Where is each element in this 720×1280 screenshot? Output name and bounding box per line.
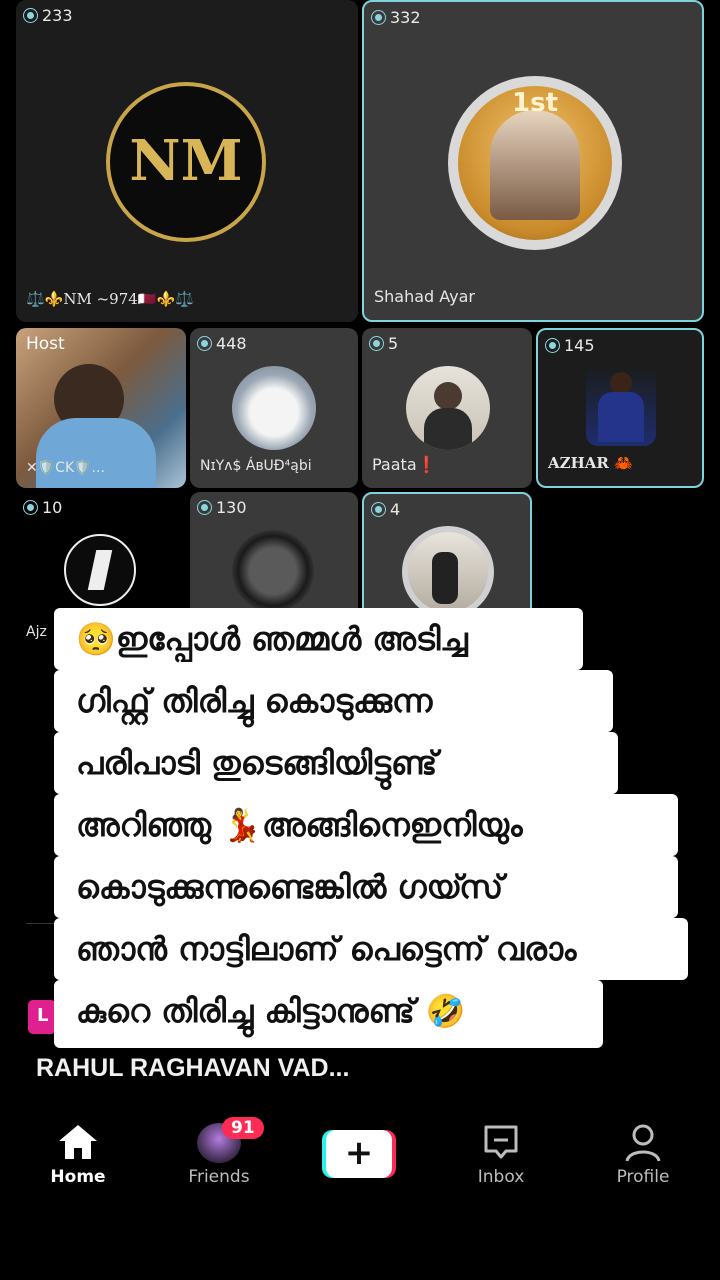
caption-line-1: 🥺ഇപ്പോൾ ഞമ്മൾ അടിച്ച <box>54 608 583 670</box>
host-label: Host <box>26 334 65 354</box>
inbox-icon <box>484 1125 518 1159</box>
diamond-icon <box>370 337 383 350</box>
guest-tile-1[interactable]: 233 NM ⚖️⚜️NM ~974🇶🇦⚜️⚖️ <box>16 0 358 322</box>
caption-line-6: ഞാൻ നാട്ടിലാണ് പെട്ടെന്ന് വരാം <box>54 918 688 980</box>
live-badge: L <box>28 1000 56 1034</box>
guest-tile-2[interactable]: 332 1st Shahad Ayar <box>362 0 704 322</box>
avatar <box>406 366 490 450</box>
guest-tile-4[interactable]: 448 NɪYᴧ$ ÁʙUĐ⁴ąbi <box>190 328 358 488</box>
caption-line-3: പരിപാടി തുടെങ്ങിയിട്ടുണ്ട് <box>54 732 618 794</box>
guest-name: ✕🛡️CK🛡️... <box>26 460 105 476</box>
avatar <box>232 530 314 612</box>
viewer-count: 10 <box>24 498 62 517</box>
nav-friends[interactable]: 91 Friends <box>164 1117 274 1187</box>
guest-name: Ajz <box>26 624 47 640</box>
plus-icon: + <box>344 1133 374 1173</box>
home-icon <box>59 1125 97 1159</box>
guest-name: Paata❗ <box>372 455 437 474</box>
guest-name: Shahad Ayar <box>374 287 475 306</box>
viewer-count: 332 <box>372 8 421 27</box>
diamond-icon <box>198 337 211 350</box>
viewer-count: 130 <box>198 498 247 517</box>
profile-icon <box>625 1124 661 1162</box>
caption-line-7: കുറെ തിരിച്ചു കിട്ടാനുണ്ട് 🤣 <box>54 980 603 1048</box>
caption-line-5: കൊടുക്കുന്നുണ്ടെങ്കിൽ ഗയ്സ് <box>54 856 678 918</box>
friends-badge: 91 <box>222 1117 264 1139</box>
viewer-count: 233 <box>24 6 73 25</box>
diamond-icon <box>372 503 385 516</box>
guest-tile-5[interactable]: 5 Paata❗ <box>362 328 532 488</box>
caption-line-4: അറിഞ്ഞു 💃അങ്ങിനെഇനിയും <box>54 794 678 856</box>
viewer-count: 145 <box>546 336 595 355</box>
frame-label: 1st <box>512 88 558 118</box>
nav-inbox[interactable]: Inbox <box>446 1123 556 1187</box>
bottom-nav: Home 91 Friends + Inbox Profile <box>0 1105 720 1215</box>
viewer-count: 5 <box>370 334 398 353</box>
caption-line-2: ഗിഫ്റ്റ് തിരിച്ചു കൊടുക്കുന്ന <box>54 670 613 732</box>
diamond-icon <box>24 9 37 22</box>
viewer-count: 4 <box>372 500 400 519</box>
guest-name: ⚖️⚜️NM ~974🇶🇦⚜️⚖️ <box>26 290 194 308</box>
avatar <box>586 366 656 446</box>
guest-name: AZHAR 🦀 <box>548 454 633 472</box>
viewer-count: 448 <box>198 334 247 353</box>
diamond-icon <box>546 339 559 352</box>
diamond-icon <box>198 501 211 514</box>
guest-tile-6[interactable]: 145 AZHAR 🦀 <box>536 328 704 488</box>
avatar <box>402 526 494 618</box>
avatar: NM <box>106 82 266 242</box>
avatar <box>232 366 316 450</box>
stream-title[interactable]: RAHUL RAGHAVAN VAD... <box>36 1054 349 1083</box>
avatar <box>64 534 136 606</box>
nav-profile[interactable]: Profile <box>588 1123 698 1187</box>
create-button[interactable]: + <box>322 1130 396 1178</box>
host-tile[interactable]: Host ✕🛡️CK🛡️... <box>16 328 186 488</box>
nav-home[interactable]: Home <box>23 1123 133 1187</box>
nm-logo: NM <box>129 128 243 194</box>
diamond-icon <box>372 11 385 24</box>
avatar: 1st <box>448 76 622 250</box>
diamond-icon <box>24 501 37 514</box>
guest-name: NɪYᴧ$ ÁʙUĐ⁴ąbi <box>200 458 312 474</box>
